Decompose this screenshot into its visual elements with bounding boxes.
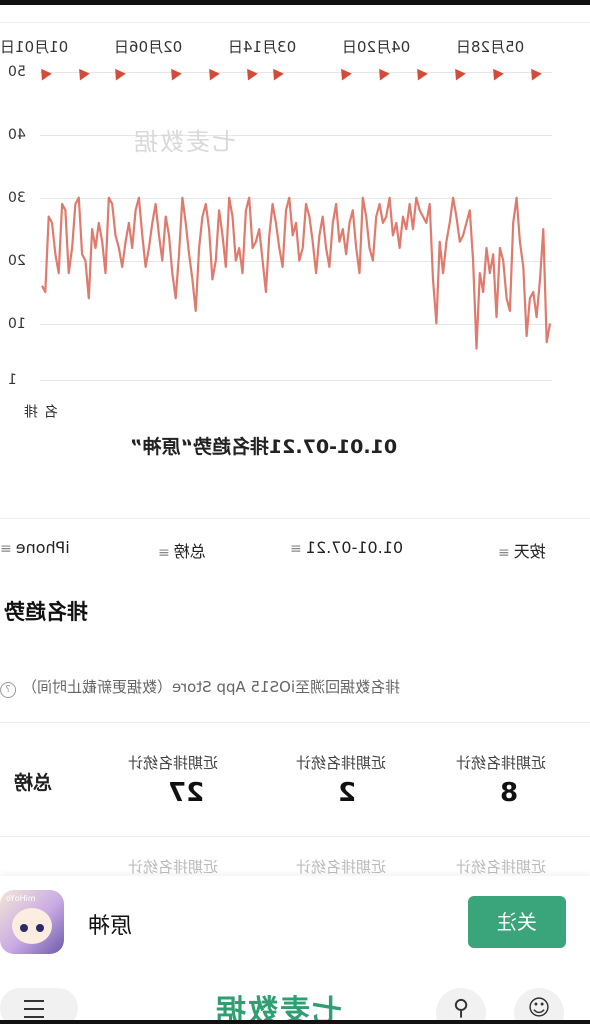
period-filter[interactable]: 按天≡ <box>498 538 546 562</box>
help-icon[interactable]: ? <box>0 682 16 698</box>
date-range-filter[interactable]: 01.01-07.21≡ <box>290 538 403 557</box>
stat-value: 8 <box>500 778 519 808</box>
stat-label: 近期排名统计 <box>296 858 387 876</box>
data-note: 排名数据回溯至iOS15 App Store（数据更新截止时间）? <box>0 676 400 698</box>
y-axis-title: 排名 <box>24 404 60 418</box>
data-note-text: 排名数据回溯至iOS15 App Store（数据更新截止时间） <box>22 678 401 696</box>
app-bar: miHoYo 原神 关注 <box>0 876 590 968</box>
divider <box>0 722 590 723</box>
stat-label: 近期排名统计 <box>128 858 219 876</box>
home-indicator <box>0 1020 590 1024</box>
app-icon-brand: miHoYo <box>6 894 36 903</box>
filter-icon: ≡ <box>158 545 170 561</box>
filter-row: iPhone≡ 总榜≡ 01.01-07.21≡ 按天≡ <box>0 538 590 568</box>
eye-icon <box>36 924 44 932</box>
page: 01月01日 02月06日 03月14日 04月20日 05月28日 50 40… <box>0 0 590 1024</box>
stat-value: 2 <box>338 778 357 808</box>
follow-button[interactable]: 关注 <box>468 896 566 948</box>
chart-type-filter[interactable]: 总榜≡ <box>158 538 206 562</box>
rank-line <box>41 196 552 350</box>
user-button[interactable]: ☺ <box>514 988 564 1024</box>
stat-row-label: 总榜 <box>14 772 53 794</box>
divider <box>0 836 590 837</box>
device-filter[interactable]: iPhone≡ <box>0 538 70 557</box>
stat-label: 近期排名统计 <box>296 754 387 772</box>
rank-series-line <box>41 196 552 350</box>
date-range-label: 01.01-07.21 <box>305 538 404 557</box>
user-icon: ☺ <box>527 996 551 1021</box>
eye-icon <box>20 924 28 932</box>
menu-button[interactable] <box>0 988 78 1024</box>
section-title: 排名趋势 <box>4 600 88 624</box>
brand-logo: 七麦数据 <box>214 994 342 1024</box>
chart-type-filter-label: 总榜 <box>173 542 206 561</box>
filter-icon: ≡ <box>0 541 12 557</box>
divider <box>0 518 590 519</box>
chart-title: 01.01-07.21排名趋势“原神” <box>130 436 398 458</box>
character-face-icon <box>12 908 52 944</box>
bottom-nav: 七麦数据 ⚲ ☺ <box>0 968 590 1024</box>
search-icon: ⚲ <box>452 996 470 1021</box>
filter-icon: ≡ <box>290 541 302 557</box>
search-button[interactable]: ⚲ <box>436 988 486 1024</box>
device-filter-label: iPhone <box>15 538 70 557</box>
stat-value: 27 <box>168 778 205 808</box>
filter-icon: ≡ <box>498 545 510 561</box>
period-filter-label: 按天 <box>513 542 546 561</box>
stat-label: 近期排名统计 <box>456 858 547 876</box>
stat-label: 近期排名统计 <box>456 754 547 772</box>
menu-icon <box>24 1000 44 1018</box>
stat-label: 近期排名统计 <box>128 754 219 772</box>
app-icon[interactable]: miHoYo <box>0 890 64 954</box>
app-name: 原神 <box>88 914 133 939</box>
rank-trend-chart: 01月01日 02月06日 03月14日 04月20日 05月28日 50 40… <box>0 0 590 458</box>
